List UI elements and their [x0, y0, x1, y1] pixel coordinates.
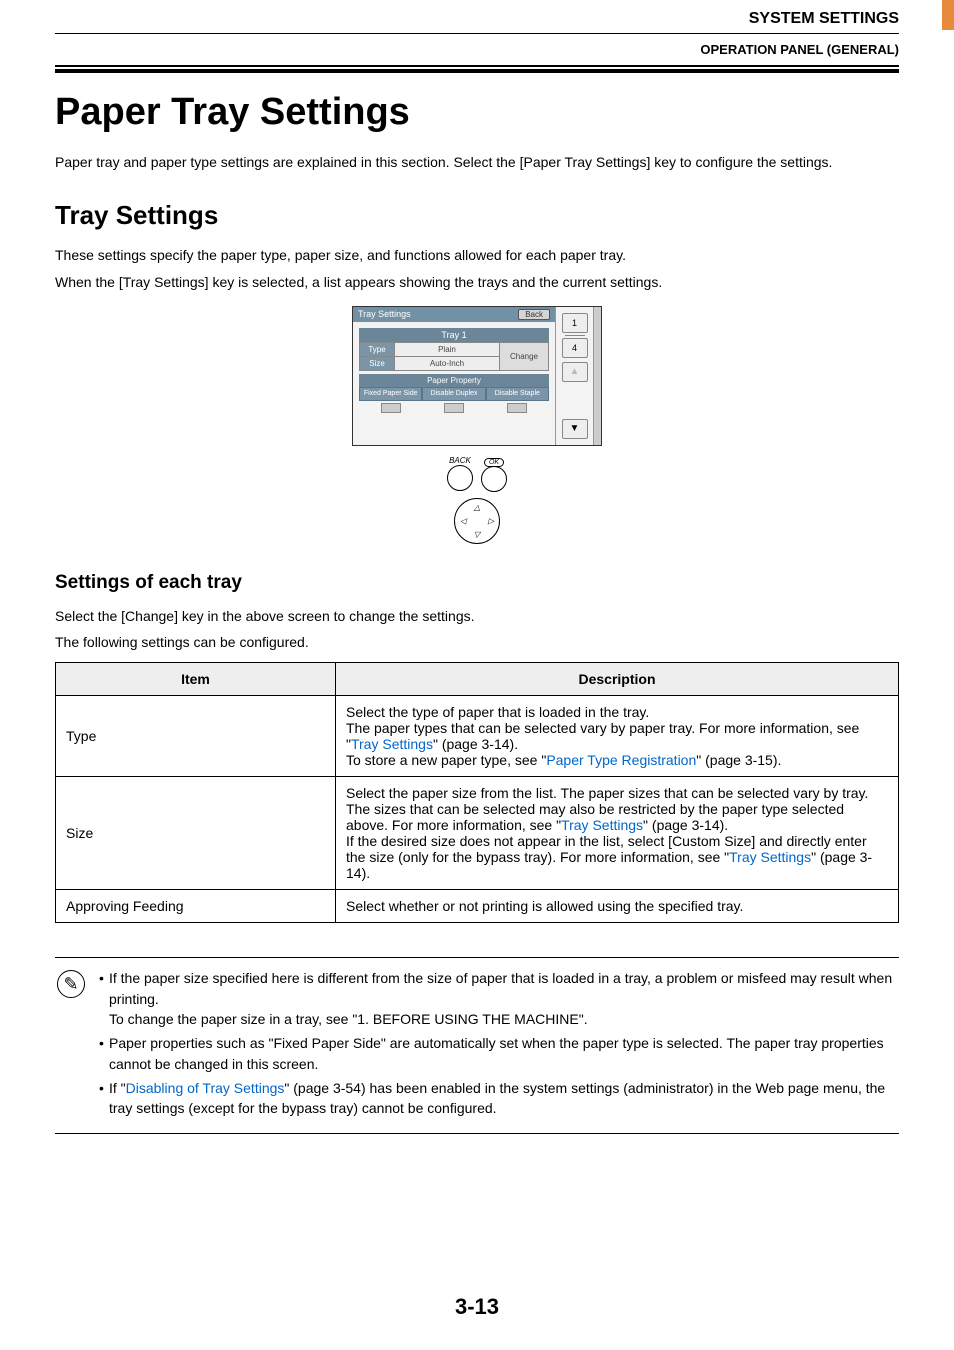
dpad-icon: △ ▽ ◁ ▷ — [454, 498, 500, 544]
subsection-p2: The following settings can be configured… — [55, 632, 899, 652]
ok-button-icon — [481, 466, 507, 492]
scrollbar — [593, 307, 601, 445]
fixed-paper-side: Fixed Paper Side — [359, 387, 422, 401]
section-heading: Tray Settings — [55, 200, 899, 231]
th-item: Item — [56, 663, 336, 696]
subsection-heading: Settings of each tray — [55, 572, 899, 594]
checkbox-icon — [381, 403, 401, 413]
link-tray-settings[interactable]: Tray Settings — [729, 849, 811, 865]
desc-approving: Select whether or not printing is allowe… — [336, 890, 899, 923]
header-subsection: OPERATION PANEL (GENERAL) — [55, 42, 899, 57]
change-button: Change — [500, 343, 548, 370]
link-paper-type-registration[interactable]: Paper Type Registration — [546, 752, 696, 768]
back-button-icon — [447, 465, 473, 491]
tray-desc-1: These settings specify the paper type, p… — [55, 245, 899, 265]
page-total: 4 — [562, 338, 588, 358]
size-label: Size — [360, 357, 395, 370]
link-tray-settings[interactable]: Tray Settings — [561, 817, 643, 833]
accent-bar — [942, 0, 954, 30]
type-label: Type — [360, 343, 395, 356]
desc-size: Select the paper size from the list. The… — [336, 777, 899, 890]
subsection-p1: Select the [Change] key in the above scr… — [55, 606, 899, 626]
panel-ok-label: OK — [484, 458, 504, 467]
screenshot: Tray Settings Back Tray 1 Type Plain — [352, 306, 602, 544]
note-item: If the paper size specified here is diff… — [99, 968, 893, 1029]
checkbox-icon — [444, 403, 464, 413]
desc-type: Select the type of paper that is loaded … — [336, 696, 899, 777]
page-current: 1 — [562, 313, 588, 333]
paper-property-header: Paper Property — [359, 374, 549, 387]
note-icon: ✎ — [57, 970, 85, 998]
screenshot-back-button: Back — [518, 309, 550, 320]
note-item: Paper properties such as "Fixed Paper Si… — [99, 1033, 893, 1074]
th-desc: Description — [336, 663, 899, 696]
up-arrow-icon: ▲ — [562, 362, 588, 382]
checkbox-icon — [507, 403, 527, 413]
table-row: Type Select the type of paper that is lo… — [56, 696, 899, 777]
header-section: SYSTEM SETTINGS — [55, 10, 899, 28]
item-approving: Approving Feeding — [56, 890, 336, 923]
item-size: Size — [56, 777, 336, 890]
settings-table: Item Description Type Select the type of… — [55, 662, 899, 923]
screenshot-title: Tray Settings — [358, 309, 411, 320]
table-row: Size Select the paper size from the list… — [56, 777, 899, 890]
item-type: Type — [56, 696, 336, 777]
type-value: Plain — [395, 343, 500, 356]
down-arrow-icon: ▼ — [562, 419, 588, 439]
table-row: Approving Feeding Select whether or not … — [56, 890, 899, 923]
note-box: ✎ If the paper size specified here is di… — [55, 957, 899, 1133]
panel-back-label: BACK — [447, 456, 473, 465]
tray-desc-2: When the [Tray Settings] key is selected… — [55, 272, 899, 292]
page-number: 3-13 — [0, 1294, 954, 1320]
page-title: Paper Tray Settings — [55, 91, 899, 134]
disable-duplex: Disable Duplex — [422, 387, 485, 401]
note-item: If "Disabling of Tray Settings" (page 3-… — [99, 1078, 893, 1119]
tray-header: Tray 1 — [359, 328, 549, 342]
link-disabling-tray-settings[interactable]: Disabling of Tray Settings — [126, 1080, 285, 1096]
size-value: Auto-Inch — [395, 357, 500, 370]
link-tray-settings[interactable]: Tray Settings — [351, 736, 433, 752]
disable-staple: Disable Staple — [486, 387, 549, 401]
intro-text: Paper tray and paper type settings are e… — [55, 152, 899, 172]
